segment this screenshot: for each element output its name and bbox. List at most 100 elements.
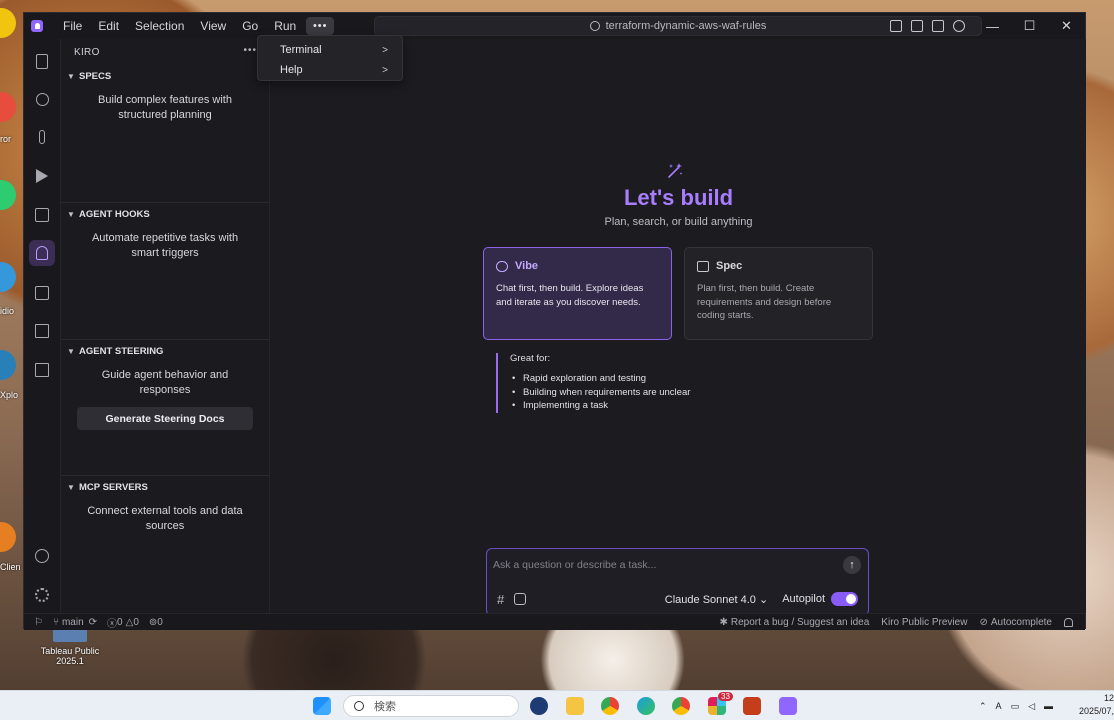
terraform-icon[interactable] — [32, 321, 52, 341]
file-explorer-icon[interactable] — [566, 697, 584, 715]
edge-icon[interactable] — [637, 697, 655, 715]
activity-bar — [24, 39, 61, 613]
taskbar-search[interactable]: 検索 — [343, 695, 519, 717]
spec-card-desc: Plan first, then build. Create requireme… — [697, 283, 832, 321]
toggle-panel-icon[interactable] — [932, 20, 944, 32]
password-manager-icon[interactable] — [530, 697, 548, 715]
clock-date: 2025/07, — [1078, 706, 1114, 716]
desktop-icons: ror idio Xplo Clien — [0, 0, 24, 690]
desktop-app-icon[interactable] — [0, 262, 16, 292]
menu-item-help[interactable]: Help > — [258, 60, 402, 80]
maximize-button[interactable]: ☐ — [1011, 18, 1048, 34]
kiro-ghost-icon[interactable] — [29, 240, 55, 266]
title-right-controls: — ☐ ✕ — [890, 13, 1085, 39]
vibe-mode-card[interactable]: Vibe Chat first, then build. Explore ide… — [483, 247, 672, 340]
problems-indicator[interactable]: ⓧ 0 △ 0 — [107, 615, 139, 630]
taskbar-search-placeholder: 検索 — [374, 701, 396, 713]
close-button[interactable]: ✕ — [1048, 18, 1085, 34]
chevron-down-icon: ▼ — [67, 71, 75, 81]
taskbar-clock[interactable]: 12 2025/07, — [1074, 692, 1114, 718]
kiro-taskbar-icon[interactable] — [779, 697, 797, 715]
terraform-cloud-icon[interactable] — [32, 360, 52, 380]
section-header-agent-steering[interactable]: ▼ AGENT STEERING — [61, 340, 269, 362]
context-hash-icon[interactable]: # — [497, 592, 504, 607]
section-header-specs[interactable]: ▼ SPECS — [61, 65, 269, 87]
taskbar: 検索 33 ⌃ A ▭ ◁ ▬ 12 2025/07, — [0, 690, 1114, 720]
chat-icon[interactable] — [953, 20, 965, 32]
desktop-app-icon[interactable] — [0, 92, 16, 122]
bug-icon: ✱ — [719, 616, 728, 628]
sidebar-title: KIRO — [74, 46, 100, 58]
status-bar-right: ✱ Report a bug / Suggest an idea Kiro Pu… — [707, 617, 1085, 628]
desktop-app-icon[interactable] — [0, 8, 16, 38]
section-header-mcp-servers[interactable]: ▼ MCP SERVERS — [61, 476, 269, 498]
menu-file[interactable]: File — [55, 13, 90, 39]
layout-icon[interactable] — [890, 20, 902, 32]
extensions-icon[interactable] — [32, 205, 52, 225]
remote-explorer-icon[interactable] — [32, 283, 52, 303]
report-text: Report a bug / Suggest an idea — [730, 616, 870, 628]
list-item: Building when requirements are unclear — [510, 386, 736, 400]
powerpoint-icon[interactable] — [743, 697, 761, 715]
menu-edit[interactable]: Edit — [90, 13, 127, 39]
network-icon[interactable]: ▭ — [1011, 701, 1020, 712]
model-selector[interactable]: Claude Sonnet 4.0 ⌄ — [665, 593, 768, 606]
tray-chevron-up-icon[interactable]: ⌃ — [979, 701, 987, 712]
desktop-app-icon[interactable] — [0, 180, 16, 210]
ime-icon[interactable]: A — [996, 701, 1002, 711]
notifications-bell-icon[interactable] — [1064, 617, 1073, 627]
attach-image-icon[interactable] — [514, 593, 527, 605]
public-preview-label[interactable]: Kiro Public Preview — [881, 617, 967, 628]
search-icon[interactable] — [32, 89, 52, 109]
windows-start-icon[interactable] — [313, 697, 331, 715]
branch-indicator[interactable]: ⑂ main ⟳ — [53, 617, 97, 628]
desktop-app-icon[interactable] — [0, 522, 16, 552]
remote-indicator-icon[interactable]: ⚐ — [34, 617, 43, 628]
spec-title-text: Spec — [716, 260, 743, 272]
report-bug-link[interactable]: ✱ Report a bug / Suggest an idea — [719, 617, 869, 628]
spec-mode-card[interactable]: Spec Plan first, then build. Create requ… — [684, 247, 873, 340]
list-item: Rapid exploration and testing — [510, 372, 736, 386]
clock-time: 12 — [1103, 693, 1114, 703]
settings-gear-icon[interactable] — [32, 585, 52, 605]
magic-wand-icon — [668, 163, 683, 178]
explorer-icon[interactable] — [32, 51, 52, 71]
menu-selection[interactable]: Selection — [127, 13, 192, 39]
generate-steering-docs-button[interactable]: Generate Steering Docs — [77, 407, 253, 430]
section-mcp-servers: ▼ MCP SERVERS Connect external tools and … — [61, 475, 269, 613]
chevron-down-icon: ▼ — [67, 209, 75, 219]
minimize-button[interactable]: — — [974, 19, 1011, 34]
menu-more-button[interactable]: ••• — [306, 17, 335, 35]
menu-item-terminal[interactable]: Terminal > — [258, 40, 402, 60]
kiro-welcome-panel: Let's build Plan, search, or build anyth… — [271, 39, 1086, 616]
help-label: Help — [280, 64, 303, 76]
send-button[interactable]: ↑ — [843, 556, 861, 574]
chevron-right-icon: > — [382, 64, 388, 76]
tableau-desktop-icon[interactable]: Tableau Public 2025.1 — [40, 628, 100, 666]
account-icon[interactable] — [32, 546, 52, 566]
desktop-app-icon[interactable] — [0, 350, 16, 380]
chat-input[interactable] — [493, 557, 833, 573]
section-desc-specs: Build complex features with structured p… — [98, 94, 232, 121]
section-header-agent-hooks[interactable]: ▼ AGENT HOOKS — [61, 203, 269, 225]
chrome-icon[interactable] — [601, 697, 619, 715]
chevron-right-icon: > — [382, 44, 388, 56]
toggle-sidebar-icon[interactable] — [911, 20, 923, 32]
run-debug-icon[interactable] — [32, 166, 52, 186]
system-tray: ⌃ A ▭ ◁ ▬ — [979, 691, 1062, 720]
vibe-card-title: Vibe — [496, 260, 659, 272]
section-agent-hooks: ▼ AGENT HOOKS Automate repetitive tasks w… — [61, 202, 269, 339]
battery-icon[interactable]: ▬ — [1044, 701, 1053, 711]
volume-icon[interactable]: ◁ — [1028, 701, 1035, 712]
autopilot-toggle[interactable] — [831, 592, 858, 606]
autocomplete-toggle[interactable]: ⊘ Autocomplete — [979, 617, 1052, 628]
git-branch-icon: ⑂ — [52, 616, 59, 628]
sidebar-more-icon[interactable]: ••• — [243, 45, 257, 56]
ports-indicator[interactable]: ⊚ 0 — [149, 617, 163, 628]
headline: Let's build — [623, 185, 734, 210]
menu-view[interactable]: View — [192, 13, 234, 39]
section-specs: ▼ SPECS Build complex features with struc… — [61, 65, 269, 202]
chrome-profile-icon[interactable] — [672, 697, 690, 715]
source-control-icon[interactable] — [32, 127, 52, 147]
desktop-label: ror — [0, 134, 11, 144]
